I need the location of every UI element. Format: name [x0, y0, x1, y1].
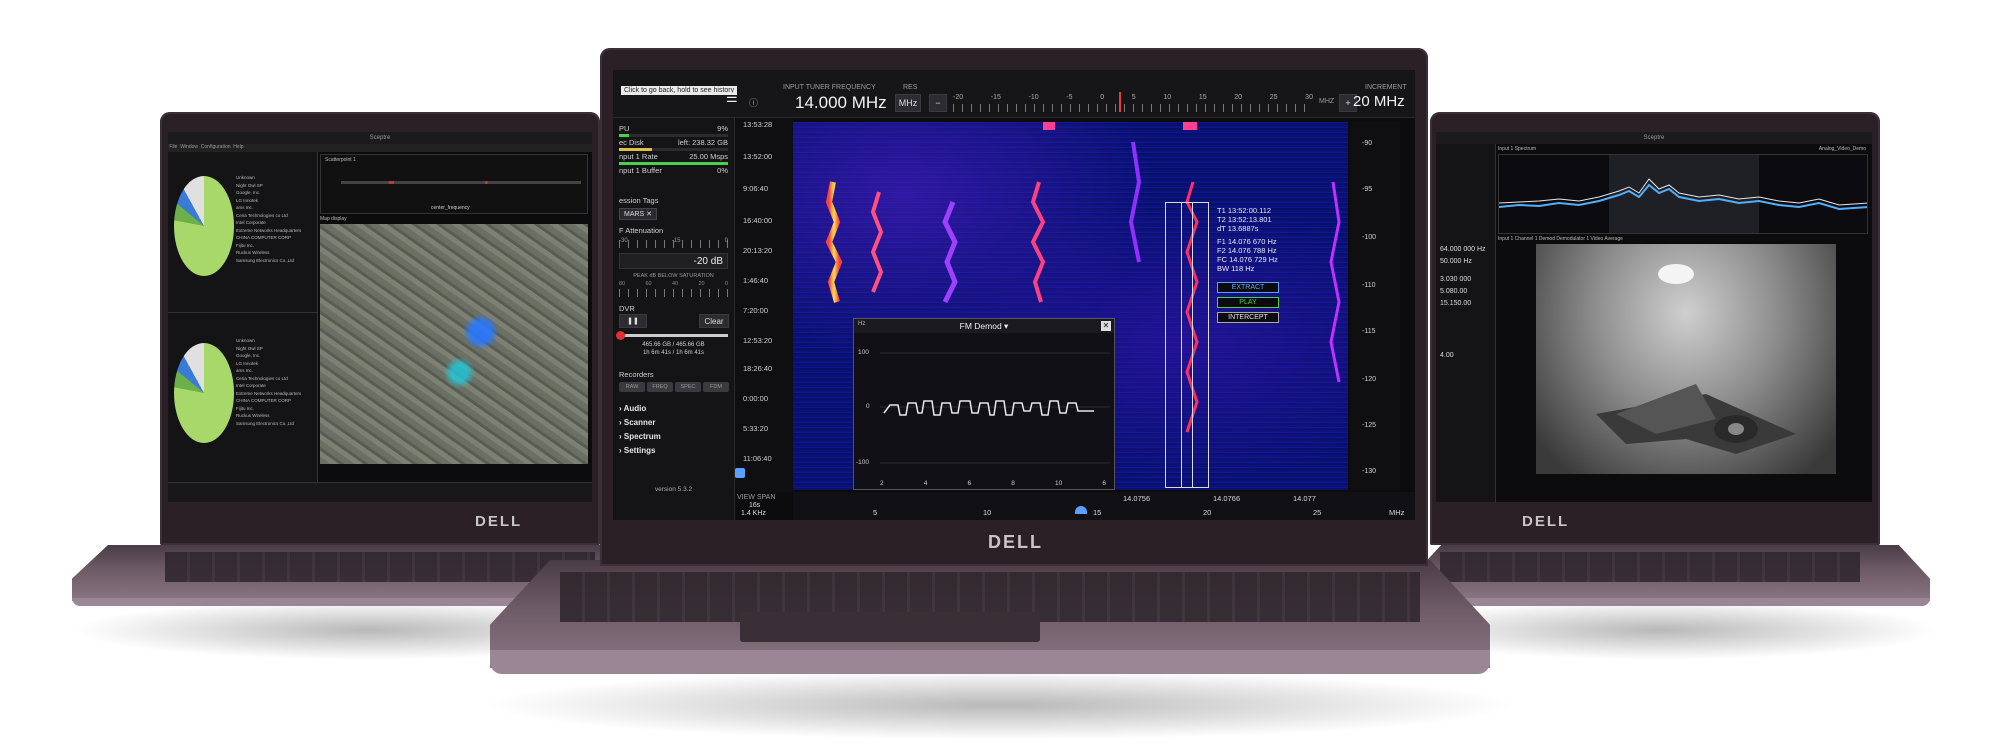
spectrum-panel[interactable] [1498, 154, 1868, 234]
recorder-raw-button[interactable]: RAW [619, 382, 645, 392]
menu-settings[interactable]: › Settings [619, 446, 655, 455]
fm-demod-trace [880, 352, 1110, 464]
right-screen: Sceptre 64.000 000 Hz 50.000 Hz 3.030 00… [1436, 132, 1872, 502]
map-display[interactable] [320, 224, 588, 464]
pie-legend-1: Unknown Night Owl SP Google, Inc. LG Innot… [236, 175, 302, 263]
right-app-title: Sceptre [1436, 132, 1872, 144]
left-app-title: Sceptre [168, 132, 592, 144]
dvr-clear-button[interactable]: Clear [699, 314, 729, 328]
spectrum-trace [1499, 155, 1867, 233]
decrement-button[interactable]: − [929, 94, 947, 112]
dvr-record-slider[interactable] [616, 331, 728, 340]
power-axis: -90 -95 -100 -110 -115 -120 -125 -130 [1350, 122, 1400, 490]
session-tag-chip[interactable]: MARS ✕ [619, 208, 658, 220]
menu-audio[interactable]: › Audio [619, 404, 646, 413]
menu-icon[interactable]: ☰ [726, 90, 738, 106]
pie-legend-2: Unknown Night Owl SP Google, Inc. LG Innot… [236, 338, 302, 426]
menu-spectrum[interactable]: › Spectrum [619, 432, 661, 441]
time-slider[interactable] [735, 468, 745, 478]
left-dell-logo: DELL [475, 513, 523, 530]
rf-attenuation-field[interactable]: -20 dB [619, 253, 728, 269]
increment-value[interactable]: 20 MHz [1353, 93, 1405, 110]
play-button[interactable]: PLAY [1217, 297, 1279, 308]
recorder-freq-button[interactable]: FREQ [647, 382, 673, 392]
readout-4: 5.080.00 [1440, 288, 1468, 295]
readout-1: 64.000 000 Hz [1440, 246, 1486, 253]
fm-demod-panel[interactable]: FM Demod ▾ ✕ Hz 100 0 -100 246 8 10 6 [853, 318, 1115, 490]
marker-readout: T1 13:52:00.112 T2 13:52:13.801 dT 13.68… [1217, 206, 1278, 273]
readout-5: 15.150.00 [1440, 300, 1472, 307]
video-frame [1596, 264, 1796, 454]
recorder-fdm-button[interactable]: FDM [703, 382, 729, 392]
readout-6: 4.00 [1440, 352, 1454, 359]
scatter-panel: Scatterpoint 1 center_frequency [320, 154, 588, 214]
control-sidebar: PU 9% ec Disk left: 238.32 GB nput 1 Rate 2… [613, 118, 735, 520]
history-tooltip: Click to go back, hold to see history [621, 86, 738, 95]
info-icon[interactable]: ⓘ [749, 96, 758, 109]
video-demod-panel[interactable] [1536, 244, 1836, 474]
center-screen: Click to go back, hold to see history ☰ … [613, 70, 1415, 520]
time-axis: 13:53:28 13:52:00 9:06:40 16:40:00 20:13… [735, 118, 793, 492]
extract-button[interactable]: EXTRACT [1217, 282, 1279, 293]
recorder-spec-button[interactable]: SPEC [675, 382, 701, 392]
frequency-ruler[interactable] [953, 104, 1313, 112]
res-button[interactable]: MHz [895, 94, 921, 112]
frequency-axis: VIEW SPAN 16s 1.4 KHz 14.0756 14.0766 14… [737, 492, 1415, 520]
readout-2: 50.000 Hz [1440, 258, 1472, 265]
tuner-bar: Click to go back, hold to see history ☰ … [613, 70, 1415, 118]
intercept-button[interactable]: INTERCEPT [1217, 312, 1279, 323]
touchpad [740, 612, 1040, 642]
pie-chart-2 [174, 343, 234, 443]
dvr-pause-button[interactable]: ❚❚ [619, 314, 647, 328]
menu-scanner[interactable]: › Scanner [619, 418, 655, 427]
readout-3: 3.030 000 [1440, 276, 1472, 283]
tuner-marker [1119, 92, 1121, 112]
tuner-frequency[interactable]: 14.000 MHz [795, 93, 887, 113]
left-screen: Sceptre File Window Configuration Help U… [168, 132, 592, 502]
span-marker-icon[interactable] [1075, 506, 1087, 514]
center-dell-logo: DELL [988, 532, 1043, 552]
pie-chart-1 [174, 176, 234, 276]
right-dell-logo: DELL [1522, 513, 1570, 530]
